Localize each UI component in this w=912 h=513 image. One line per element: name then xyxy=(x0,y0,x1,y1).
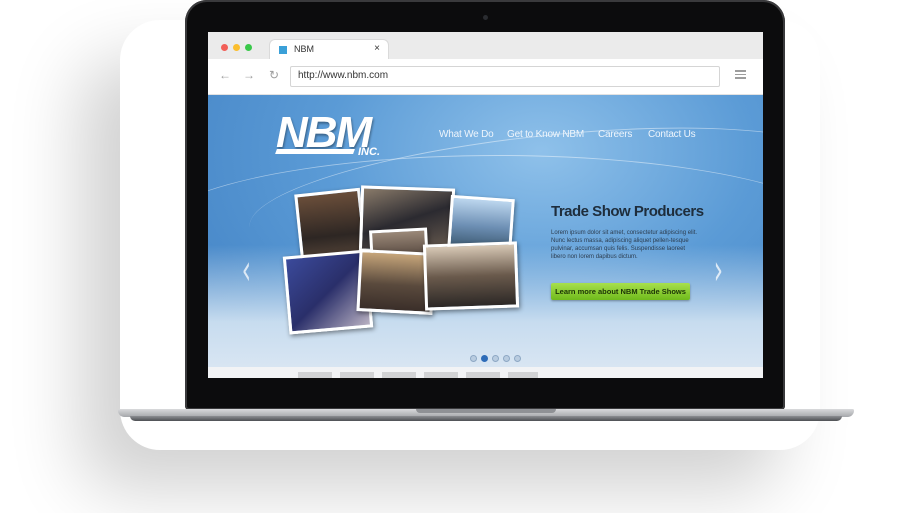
slider-prev-arrow-icon[interactable]: ‹ xyxy=(242,245,251,294)
hamburger-menu-icon[interactable] xyxy=(735,70,746,79)
address-bar[interactable]: http://www.nbm.com xyxy=(290,66,720,87)
collage-photo xyxy=(422,241,520,311)
nav-what-we-do[interactable]: What We Do xyxy=(439,129,494,140)
tab-close-icon[interactable]: × xyxy=(374,43,380,54)
slider-dot[interactable] xyxy=(492,355,499,362)
slider-pagination xyxy=(470,349,525,367)
close-window-button[interactable] xyxy=(221,44,228,51)
slider-dot[interactable] xyxy=(481,355,488,362)
laptop-screen: NBM × ← → ↻ http://www.nbm.com NBM INC. … xyxy=(208,32,763,378)
laptop-base-bottom xyxy=(130,416,842,421)
slider-dot[interactable] xyxy=(514,355,521,362)
nav-contact-us[interactable]: Contact Us xyxy=(648,129,696,140)
browser-toolbar: ← → ↻ http://www.nbm.com xyxy=(208,59,763,95)
logo-suffix: INC. xyxy=(358,146,380,158)
logo-underline xyxy=(275,149,355,154)
section-heading-placeholder xyxy=(298,372,538,378)
forward-arrow-icon[interactable]: → xyxy=(243,68,255,82)
learn-more-button[interactable]: Learn more about NBM Trade Shows xyxy=(551,283,690,300)
nav-get-to-know-nbm[interactable]: Get to Know NBM xyxy=(507,129,584,140)
slider-next-arrow-icon[interactable]: › xyxy=(714,245,723,294)
minimize-window-button[interactable] xyxy=(233,44,240,51)
favicon-icon xyxy=(279,46,287,54)
photo-collage xyxy=(282,185,526,335)
website-hero: NBM INC. What We Do Get to Know NBM Care… xyxy=(208,95,763,378)
camera xyxy=(483,15,488,20)
hero-headline: Trade Show Producers xyxy=(551,203,704,220)
tab-title: NBM xyxy=(294,44,314,54)
slider-dot[interactable] xyxy=(503,355,510,362)
back-arrow-icon[interactable]: ← xyxy=(219,68,231,82)
nav-careers[interactable]: Careers xyxy=(598,129,632,140)
slider-dot[interactable] xyxy=(470,355,477,362)
url-text[interactable]: http://www.nbm.com xyxy=(298,70,388,81)
browser-tab[interactable]: NBM × xyxy=(270,40,388,60)
nbm-logo[interactable]: NBM INC. xyxy=(275,111,386,163)
reload-icon[interactable]: ↻ xyxy=(269,68,279,82)
hero-body-text: Lorem ipsum dolor sit amet, consectetur … xyxy=(551,230,698,260)
laptop-notch xyxy=(416,409,556,413)
maximize-window-button[interactable] xyxy=(245,44,252,51)
browser-tab-bar: NBM × xyxy=(208,32,763,60)
